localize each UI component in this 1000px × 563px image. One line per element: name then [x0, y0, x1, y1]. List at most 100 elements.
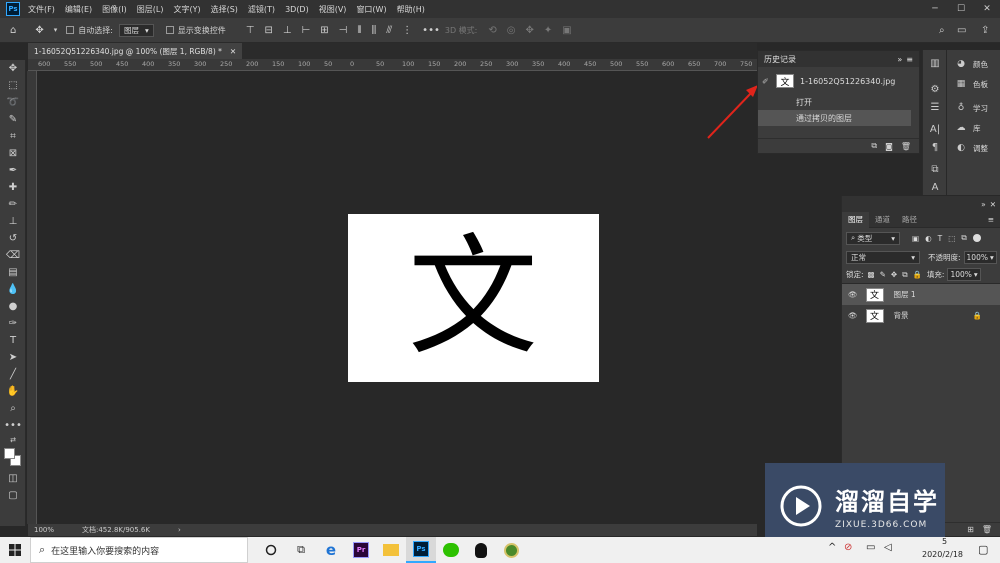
align-right-icon[interactable]: ⊣: [339, 25, 348, 36]
eraser-tool-icon[interactable]: ⌫: [0, 247, 26, 264]
line-tool-icon[interactable]: ╱: [0, 366, 26, 383]
filter-type-icon[interactable]: T: [938, 234, 943, 243]
filter-type-dropdown[interactable]: ⌕ 类型 ▾: [846, 231, 900, 245]
3d-pan-icon[interactable]: ✥: [526, 25, 534, 36]
menu-file[interactable]: 文件(F): [28, 4, 55, 15]
edge-browser-icon[interactable]: e: [316, 537, 346, 563]
new-layer-icon[interactable]: ⊞: [967, 525, 974, 534]
tab-channels[interactable]: 通道: [869, 214, 896, 225]
gradient-tool-icon[interactable]: ▤: [0, 264, 26, 281]
file-explorer-icon[interactable]: [376, 537, 406, 563]
menu-window[interactable]: 窗口(W): [356, 4, 386, 15]
notification-icon[interactable]: ▢: [978, 543, 988, 556]
fill-input[interactable]: 100% ▾: [947, 268, 981, 281]
align-left-icon[interactable]: ⊢: [302, 25, 311, 36]
workspace-icon[interactable]: ▭: [957, 25, 966, 36]
history-step-active[interactable]: 通过拷贝的图层: [758, 110, 911, 126]
volume-icon[interactable]: ◁: [884, 542, 892, 553]
panel-menu-icon[interactable]: ≡: [906, 55, 913, 64]
task-view-icon[interactable]: ⧉: [286, 537, 316, 563]
taskbar-search-box[interactable]: ⌕ 在这里输入你要搜索的内容: [30, 537, 248, 563]
foreground-color-swatch[interactable]: [4, 448, 15, 459]
lasso-tool-icon[interactable]: ➰: [0, 94, 26, 111]
brush-tool-icon[interactable]: ✏: [0, 196, 26, 213]
healing-tool-icon[interactable]: ✚: [0, 179, 26, 196]
history-brush-source-icon[interactable]: ✐: [762, 77, 776, 86]
tab-paths[interactable]: 路径: [896, 214, 923, 225]
zoom-level[interactable]: 100%: [34, 526, 82, 534]
opacity-input[interactable]: 100% ▾: [963, 250, 997, 264]
align-center-icon[interactable]: ⊞: [320, 25, 328, 36]
auto-select-checkbox[interactable]: [66, 26, 75, 34]
menu-help[interactable]: 帮助(H): [397, 4, 425, 15]
align-top-icon[interactable]: ⊤: [246, 25, 255, 36]
search-icon[interactable]: ⌕: [939, 25, 945, 36]
menu-filter[interactable]: 滤镜(T): [248, 4, 275, 15]
hand-tool-icon[interactable]: ✋: [0, 383, 26, 400]
show-transform-checkbox[interactable]: [165, 26, 174, 34]
maximize-icon[interactable]: ☐: [948, 0, 974, 18]
menu-layer[interactable]: 图层(L): [137, 4, 164, 15]
photoshop-taskbar-icon[interactable]: Ps: [406, 537, 436, 563]
glyphs-icon[interactable]: ⧉: [923, 160, 947, 178]
learn-panel-item[interactable]: ♁ 学习: [947, 98, 1000, 118]
character-style-icon[interactable]: A: [923, 178, 947, 196]
move-tool-icon[interactable]: ✥: [35, 25, 43, 36]
menu-select[interactable]: 选择(S): [211, 4, 238, 15]
lock-position-icon[interactable]: ✥: [891, 270, 897, 279]
path-select-icon[interactable]: ➤: [0, 349, 26, 366]
app-icon[interactable]: [496, 537, 526, 563]
swatches-panel-item[interactable]: ▦ 色板: [947, 74, 1000, 94]
blend-mode-dropdown[interactable]: 正常 ▾: [846, 250, 920, 264]
collapse-icon[interactable]: »: [981, 200, 986, 209]
close-panel-icon[interactable]: ✕: [990, 200, 996, 209]
menu-image[interactable]: 图像(I): [102, 4, 127, 15]
color-swatches[interactable]: [0, 446, 26, 470]
layer-name[interactable]: 图层 1: [894, 289, 916, 300]
filter-toggle-icon[interactable]: [972, 234, 981, 242]
history-step[interactable]: 打开: [758, 94, 919, 110]
cortana-icon[interactable]: [256, 537, 286, 563]
layer-row[interactable]: 👁 文 背景 🔒: [842, 305, 1000, 326]
quick-select-tool-icon[interactable]: ✎: [0, 111, 26, 128]
filter-smart-icon[interactable]: ⧉: [961, 233, 966, 243]
trash-icon[interactable]: 🗑: [901, 142, 911, 151]
status-arrow-icon[interactable]: ›: [178, 526, 181, 534]
lock-transparent-icon[interactable]: ▩: [868, 270, 875, 279]
history-snapshot[interactable]: ✐ 文 1-16052Q51226340.jpg: [758, 70, 919, 92]
windows-start-icon[interactable]: [0, 537, 30, 563]
home-icon[interactable]: ⌂: [10, 25, 16, 36]
3d-scale-icon[interactable]: ▣: [562, 25, 571, 36]
document-tab[interactable]: 1-16052Q51226340.jpg @ 100% (图层 1, RGB/8…: [28, 43, 243, 59]
lock-pixels-icon[interactable]: ✎: [880, 270, 886, 279]
panel-menu-icon[interactable]: ≡: [988, 215, 994, 224]
more-options-icon[interactable]: •••: [422, 25, 440, 36]
adjust-icon[interactable]: ☰: [923, 98, 947, 116]
character-icon[interactable]: A|: [923, 120, 947, 138]
3d-rotate-icon[interactable]: ⟲: [488, 25, 496, 36]
pen-tool-icon[interactable]: ✑: [0, 315, 26, 332]
share-icon[interactable]: ⇪: [981, 25, 989, 36]
chevron-down-icon[interactable]: ▾: [54, 26, 58, 34]
more-tools-icon[interactable]: •••: [0, 417, 26, 434]
swap-colors-icon[interactable]: ⇄: [0, 434, 26, 446]
marquee-tool-icon[interactable]: ⬚: [0, 77, 26, 94]
eye-icon[interactable]: 👁: [848, 311, 858, 320]
trash-icon[interactable]: 🗑: [982, 525, 992, 534]
collapse-icon[interactable]: »: [897, 55, 902, 64]
menu-3d[interactable]: 3D(D): [285, 5, 309, 14]
properties-icon[interactable]: ⚙: [923, 80, 947, 98]
menu-view[interactable]: 视图(V): [319, 4, 347, 15]
new-document-from-state-icon[interactable]: ⧉: [871, 141, 877, 151]
eye-icon[interactable]: 👁: [848, 290, 858, 299]
3d-roll-icon[interactable]: ◎: [507, 25, 516, 36]
blur-tool-icon[interactable]: 💧: [0, 281, 26, 298]
zoom-tool-icon[interactable]: ⌕: [0, 400, 26, 417]
color-panel-item[interactable]: ◕ 颜色: [947, 54, 1000, 74]
type-tool-icon[interactable]: T: [0, 332, 26, 349]
distribute-h-icon[interactable]: ⫼: [372, 25, 377, 36]
layer-name[interactable]: 背景: [894, 310, 909, 321]
tray-expand-icon[interactable]: ^: [828, 542, 836, 553]
dodge-tool-icon[interactable]: ●: [0, 298, 26, 315]
close-tab-icon[interactable]: ✕: [230, 47, 236, 56]
